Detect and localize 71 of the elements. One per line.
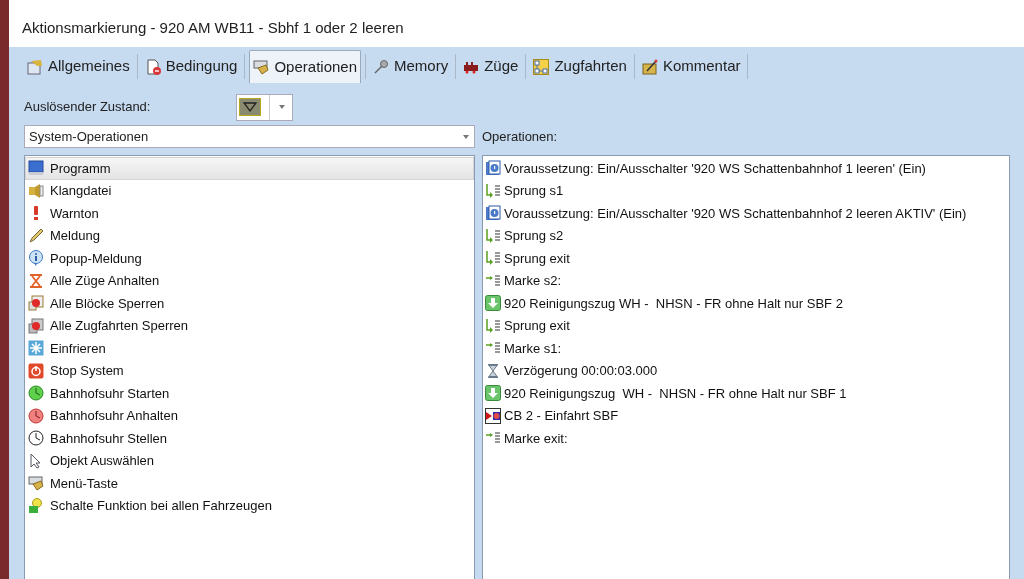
tab[interactable]: Bedingung bbox=[141, 50, 241, 83]
jump-icon bbox=[485, 250, 501, 267]
note-icon bbox=[641, 58, 658, 75]
list-item[interactable]: Alle Züge Anhalten bbox=[25, 269, 474, 292]
caret-icon bbox=[462, 133, 470, 140]
properties-icon bbox=[27, 58, 43, 75]
lightbulb-icon bbox=[28, 497, 44, 514]
list-item[interactable]: Bahnhofsuhr Stellen bbox=[25, 427, 474, 450]
list-item[interactable]: Einfrieren bbox=[25, 337, 474, 360]
list-item[interactable]: Schalte Funktion bei allen Fahrzeugen bbox=[25, 494, 474, 517]
keyboard-icon bbox=[28, 475, 44, 492]
jump-icon bbox=[485, 317, 501, 334]
flowchart-icon bbox=[533, 58, 550, 75]
tab[interactable]: Zugfahrten bbox=[530, 50, 630, 83]
list-item[interactable]: Bahnhofsuhr Starten bbox=[25, 382, 474, 405]
monitor-icon bbox=[28, 160, 44, 177]
pencil-icon bbox=[28, 227, 44, 244]
list-item[interactable]: Bahnhofsuhr Anhalten bbox=[25, 404, 474, 427]
list-item[interactable]: Sprung s1 bbox=[483, 179, 1009, 202]
caret-icon bbox=[278, 104, 286, 110]
jump-icon bbox=[485, 182, 501, 199]
tab[interactable]: Züge bbox=[460, 50, 522, 83]
list-item[interactable]: Stop System bbox=[25, 359, 474, 382]
list-item[interactable]: Sprung exit bbox=[483, 247, 1009, 270]
clock-icon bbox=[28, 430, 44, 447]
list-item[interactable]: Sprung exit bbox=[483, 314, 1009, 337]
clock-icon bbox=[28, 385, 44, 402]
route-stop-icon bbox=[28, 317, 44, 334]
trigger-state-dropdown[interactable] bbox=[236, 93, 293, 121]
tab[interactable]: Operationen bbox=[249, 50, 361, 83]
clock-icon bbox=[28, 407, 44, 424]
snowflake-icon bbox=[28, 340, 44, 357]
document-icon bbox=[144, 58, 161, 75]
list-item[interactable]: Sprung s2 bbox=[483, 224, 1009, 247]
tab[interactable]: Allgemeines bbox=[24, 50, 133, 83]
tab[interactable]: Kommentar bbox=[638, 50, 744, 83]
list-item[interactable]: Klangdatei bbox=[25, 179, 474, 202]
down-arrow-icon bbox=[485, 295, 501, 312]
list-item[interactable]: Voraussetzung: Ein/Ausschalter '920 WS Schattenbahnhof 2 leeren AKTIV' (Ein) bbox=[483, 202, 1009, 225]
list-item[interactable]: Voraussetzung: Ein/Ausschalter '920 WS Schattenbahnhof 1 leeren' (Ein) bbox=[483, 157, 1009, 180]
down-arrow-icon bbox=[485, 385, 501, 402]
list-item[interactable]: Objekt Auswählen bbox=[25, 449, 474, 472]
power-icon bbox=[28, 362, 44, 379]
list-item[interactable]: Alle Zugfahrten Sperren bbox=[25, 314, 474, 337]
label-arrow-icon bbox=[485, 272, 501, 289]
keyboard-icon bbox=[253, 59, 270, 75]
list-item[interactable]: Marke exit: bbox=[483, 427, 1009, 450]
category-dropdown[interactable]: System-Operationen bbox=[24, 125, 475, 148]
list-item[interactable]: 920 Reinigungszug WH - NHSN - FR ohne Halt nur SBF 2 bbox=[483, 292, 1009, 315]
trigger-label: Auslösender Zustand: bbox=[24, 98, 152, 117]
jump-icon bbox=[485, 227, 501, 244]
list-item[interactable]: 920 Reinigungszug WH - NHSN - FR ohne Halt nur SBF 1 bbox=[483, 382, 1009, 405]
list-item[interactable]: Popup-Meldung bbox=[25, 247, 474, 270]
list-item[interactable]: Menü-Taste bbox=[25, 472, 474, 495]
operations-label: Operationen: bbox=[482, 127, 558, 146]
list-item[interactable]: Warnton bbox=[25, 202, 474, 225]
block-stop-icon bbox=[28, 295, 44, 312]
list-item[interactable]: Marke s1: bbox=[483, 337, 1009, 360]
pin-icon bbox=[373, 58, 389, 75]
list-item[interactable]: Alle Blöcke Sperren bbox=[25, 292, 474, 315]
list-item[interactable]: Programm bbox=[25, 157, 474, 180]
speaker-icon bbox=[28, 182, 44, 199]
list-item[interactable]: Verzögerung 00:00:03.000 bbox=[483, 359, 1009, 382]
list-item[interactable]: CB 2 - Einfahrt SBF bbox=[483, 404, 1009, 427]
list-item[interactable]: Marke s2: bbox=[483, 269, 1009, 292]
list-item[interactable]: Meldung bbox=[25, 224, 474, 247]
window-title: Aktionsmarkierung - 920 AM WB11 - Sbhf 1 oder 2 leeren bbox=[22, 18, 404, 39]
hourglass-icon bbox=[485, 362, 501, 379]
tab[interactable]: Memory bbox=[370, 50, 452, 83]
signal-icon bbox=[485, 407, 501, 424]
info-icon bbox=[28, 250, 44, 267]
